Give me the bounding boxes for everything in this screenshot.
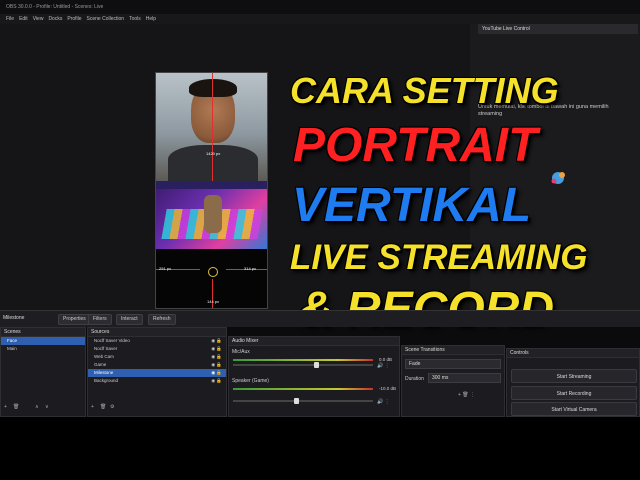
- move-up-icon[interactable]: ∧: [35, 404, 39, 410]
- remove-scene-icon[interactable]: 🗑: [13, 404, 19, 410]
- headline-line-2: PORTRAIT: [293, 119, 538, 172]
- sources-dock-title: Sources: [88, 328, 226, 337]
- audio-channel-db: 0.0 dB: [379, 357, 393, 362]
- audio-mixer-title: Audio Mixer: [229, 337, 399, 346]
- audio-channel-name: Speaker (Game): [232, 378, 269, 384]
- distance-left-label: 291 px: [159, 266, 172, 271]
- bottom-blank-area: [0, 417, 640, 480]
- source-item[interactable]: Game ◉ 🔒: [88, 361, 226, 369]
- menu-view[interactable]: View: [33, 14, 44, 24]
- game-source[interactable]: [156, 181, 267, 249]
- source-item[interactable]: Web Cam ◉ 🔒: [88, 353, 226, 361]
- source-label: Noclf Saver Video: [94, 338, 130, 343]
- youtube-dock-title: YouTube Live Control: [478, 24, 638, 34]
- guide-line-bottom: [212, 279, 213, 308]
- source-label: Background: [94, 378, 119, 383]
- audio-mixer-dock: Audio Mixer Mic/Aux 0.0 dB 🔊 ⋮ Speaker (…: [228, 336, 400, 417]
- menu-docks[interactable]: Docks: [48, 14, 62, 24]
- interact-button[interactable]: Interact: [116, 314, 143, 325]
- program-preview-canvas[interactable]: 1420 px 291 px 314 px 144 px: [155, 72, 268, 309]
- menu-help[interactable]: Help: [146, 14, 156, 24]
- source-label: Game: [94, 362, 107, 367]
- visibility-icon[interactable]: ◉ 🔒: [211, 361, 226, 369]
- transition-select[interactable]: Fade: [405, 359, 501, 369]
- audio-channel-db: -10.0 dB: [379, 386, 397, 391]
- source-label: Web Cam: [94, 354, 114, 359]
- distance-top-label: 1420 px: [206, 151, 221, 156]
- source-label: Milestone: [94, 370, 114, 375]
- guide-line-top: [212, 73, 213, 181]
- move-down-icon[interactable]: ∨: [45, 404, 49, 410]
- menu-scene-collection[interactable]: Scene Collection: [87, 14, 125, 24]
- source-toolbar: Milestone Properties Filters Interact Re…: [0, 310, 640, 327]
- menu-bar: File Edit View Docks Profile Scene Colle…: [0, 14, 640, 24]
- audio-channel-name: Mic/Aux: [232, 349, 250, 355]
- remove-source-icon[interactable]: 🗑: [100, 404, 106, 410]
- volume-slider[interactable]: [233, 362, 373, 368]
- source-item[interactable]: Noclf Saver ◉ 🔒: [88, 345, 226, 353]
- source-label: Noclf Saver: [94, 346, 118, 351]
- distance-right-label: 314 px: [244, 266, 257, 271]
- add-scene-icon[interactable]: +: [4, 404, 7, 410]
- properties-button[interactable]: Properties: [58, 314, 91, 325]
- game-hud-bar: [156, 181, 267, 189]
- filters-button[interactable]: Filters: [88, 314, 112, 325]
- add-source-icon[interactable]: +: [91, 404, 94, 410]
- menu-file[interactable]: File: [6, 14, 14, 24]
- headline-line-4: LIVE STREAMING: [290, 238, 588, 277]
- speaker-icon[interactable]: 🔊 ⋮: [377, 399, 390, 405]
- start-virtual-camera-button[interactable]: Start Virtual Camera: [511, 402, 637, 416]
- scenes-dock-title: Scenes: [1, 328, 85, 337]
- transition-buttons[interactable]: + 🗑 ⋮: [458, 392, 475, 398]
- window-title: OBS 30.0.0 - Profile: Untitled - Scenes:…: [0, 0, 640, 14]
- start-streaming-button[interactable]: Start Streaming: [511, 369, 637, 383]
- speaker-icon[interactable]: 🔊 ⋮: [377, 363, 390, 369]
- duration-input[interactable]: 300 ms: [428, 373, 501, 383]
- person-hair: [189, 79, 237, 97]
- volume-slider[interactable]: [233, 398, 373, 404]
- controls-title: Controls: [507, 349, 639, 358]
- gear-icon[interactable]: ⚙: [110, 404, 114, 410]
- scene-transitions-dock: Scene Transitions Fade Duration 300 ms +…: [401, 345, 505, 417]
- volume-meter: [233, 359, 373, 361]
- source-item[interactable]: Background ◉ 🔒: [88, 377, 226, 385]
- source-item[interactable]: Noclf Saver Video ◉ 🔒: [88, 337, 226, 345]
- visibility-icon[interactable]: ◉ 🔒: [211, 353, 226, 361]
- refresh-button[interactable]: Refresh: [148, 314, 176, 325]
- scene-item[interactable]: Main: [1, 345, 85, 353]
- headline-line-1: CARA SETTING: [290, 70, 559, 111]
- controls-dock: Controls Start Streaming Start Recording…: [506, 348, 640, 417]
- selected-source-name: Milestone: [3, 315, 25, 321]
- volume-slider-knob[interactable]: [314, 362, 319, 368]
- menu-profile[interactable]: Profile: [67, 14, 81, 24]
- menu-tools[interactable]: Tools: [129, 14, 141, 24]
- menu-edit[interactable]: Edit: [19, 14, 28, 24]
- start-recording-button[interactable]: Start Recording: [511, 386, 637, 400]
- game-character: [204, 195, 222, 233]
- scene-item[interactable]: Face: [1, 337, 85, 345]
- visibility-icon[interactable]: ◉ 🔒: [211, 337, 226, 345]
- distance-bottom-label: 144 px: [207, 299, 220, 304]
- headline-line-3: VERTIKAL: [292, 179, 532, 232]
- source-item[interactable]: Milestone ◉ 🔒: [88, 369, 226, 377]
- sources-dock: Sources Noclf Saver Video ◉ 🔒 Noclf Saver…: [87, 327, 227, 417]
- visibility-icon[interactable]: ◉ 🔒: [211, 345, 226, 353]
- visibility-icon[interactable]: ◉ 🔒: [211, 369, 226, 377]
- transform-center-handle[interactable]: [208, 267, 218, 277]
- volume-slider-knob[interactable]: [293, 398, 299, 404]
- share-icon: [551, 172, 565, 184]
- visibility-icon[interactable]: ◉ 🔒: [211, 377, 226, 385]
- duration-label: Duration: [405, 376, 424, 382]
- volume-meter: [233, 388, 373, 390]
- scenes-dock: Scenes Face Main + 🗑 ∧ ∨: [0, 327, 86, 417]
- transitions-title: Scene Transitions: [402, 346, 504, 355]
